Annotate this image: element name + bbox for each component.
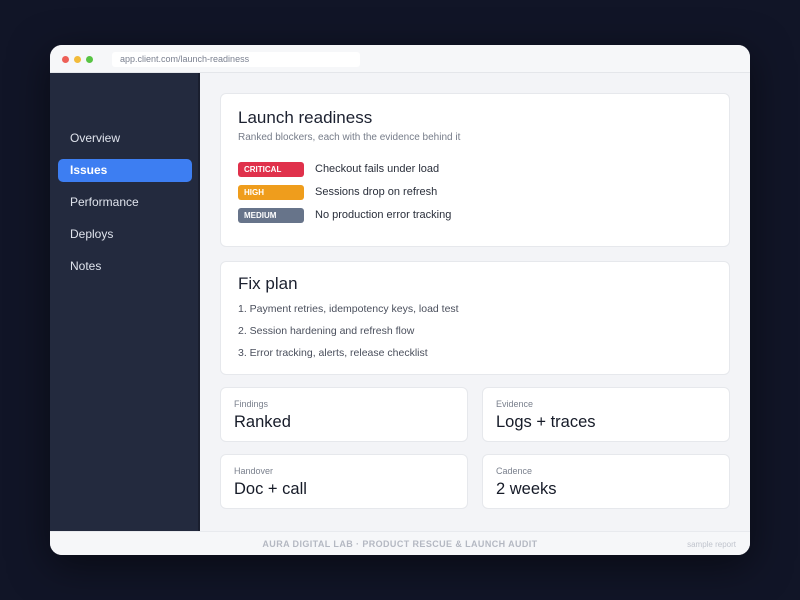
issue-text: No production error tracking <box>315 209 452 221</box>
severity-badge-high: HIGH <box>238 185 304 200</box>
issue-text: Sessions drop on refresh <box>315 186 438 198</box>
main-content: Launch readiness Ranked blockers, each w… <box>202 73 750 531</box>
stat-value: Ranked <box>234 413 291 431</box>
severity-badge-medium: MEDIUM <box>238 208 304 223</box>
browser-titlebar: app.client.com/launch-readiness <box>50 45 750 73</box>
footer: AURA DIGITAL LAB · PRODUCT RESCUE & LAUN… <box>50 531 750 555</box>
browser-window: app.client.com/launch-readiness Overview… <box>50 45 750 555</box>
issue-row[interactable]: HIGH Sessions drop on refresh <box>238 185 718 201</box>
severity-badge-critical: CRITICAL <box>238 162 304 177</box>
sidebar-item-issues[interactable]: Issues <box>58 159 192 182</box>
plan-item: 2. Session hardening and refresh flow <box>238 325 415 337</box>
stat-value: Logs + traces <box>496 413 596 431</box>
plan-item: 1. Payment retries, idempotency keys, lo… <box>238 303 459 315</box>
card-subtitle: Ranked blockers, each with the evidence … <box>238 132 461 143</box>
card-title: Launch readiness <box>238 108 373 127</box>
sidebar-nav: Overview Issues Performance Deploys Note… <box>50 73 200 531</box>
stat-value: Doc + call <box>234 480 307 498</box>
sidebar-item-deploys[interactable]: Deploys <box>58 223 192 246</box>
issue-row[interactable]: CRITICAL Checkout fails under load <box>238 162 718 178</box>
stat-label: Evidence <box>496 399 534 409</box>
issue-row[interactable]: MEDIUM No production error tracking <box>238 208 718 224</box>
fix-plan-card: Fix plan 1. Payment retries, idempotency… <box>220 261 730 375</box>
plan-item: 3. Error tracking, alerts, release check… <box>238 347 428 359</box>
sample-report-tag: sample report <box>687 540 736 549</box>
maximize-window-icon[interactable] <box>86 56 93 63</box>
stat-label: Cadence <box>496 466 533 476</box>
stat-label: Findings <box>234 399 269 409</box>
card-title: Fix plan <box>238 274 298 293</box>
issue-text: Checkout fails under load <box>315 163 440 175</box>
sidebar-item-notes[interactable]: Notes <box>58 255 192 278</box>
stat-label: Handover <box>234 466 274 476</box>
address-bar[interactable]: app.client.com/launch-readiness <box>112 52 360 67</box>
launch-readiness-card: Launch readiness Ranked blockers, each w… <box>220 93 730 247</box>
stat-card-findings: Findings Ranked <box>220 387 468 442</box>
stat-card-evidence: Evidence Logs + traces <box>482 387 730 442</box>
sidebar-item-overview[interactable]: Overview <box>58 127 192 150</box>
stat-value: 2 weeks <box>496 480 557 498</box>
stat-card-cadence: Cadence 2 weeks <box>482 454 730 509</box>
footer-text: AURA DIGITAL LAB · PRODUCT RESCUE & LAUN… <box>262 539 538 549</box>
minimize-window-icon[interactable] <box>74 56 81 63</box>
sidebar-item-performance[interactable]: Performance <box>58 191 192 214</box>
close-window-icon[interactable] <box>62 56 69 63</box>
stat-card-handover: Handover Doc + call <box>220 454 468 509</box>
